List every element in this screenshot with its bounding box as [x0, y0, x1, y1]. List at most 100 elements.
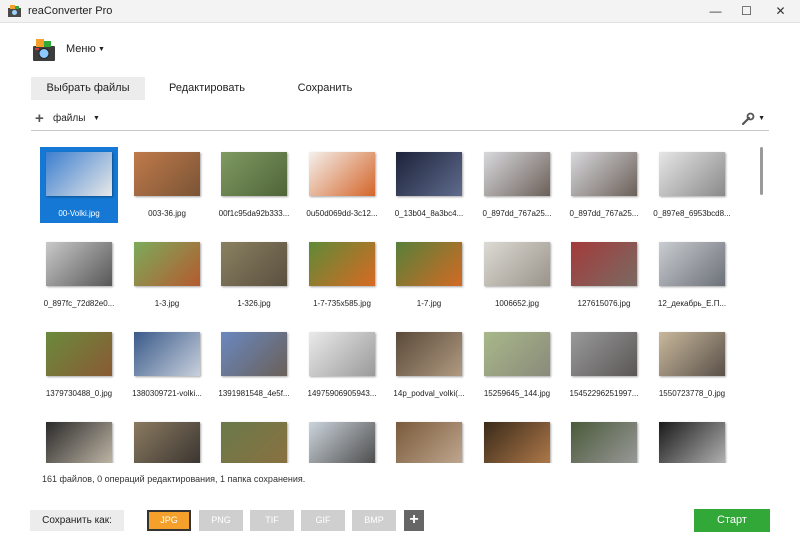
- thumbnail-image: [659, 332, 725, 376]
- file-thumbnail[interactable]: 0u50d069dd-3c12...: [303, 147, 381, 223]
- thumbnail-image: [571, 332, 637, 376]
- file-name: 1-7.jpg: [416, 299, 442, 308]
- status-text: 161 файлов, 0 операций редактирования, 1…: [42, 474, 306, 484]
- add-format-button[interactable]: +: [404, 510, 424, 531]
- file-thumbnail[interactable]: 0_897e8_6953bcd8...: [653, 147, 731, 223]
- file-thumbnail[interactable]: [478, 417, 556, 463]
- file-thumbnail[interactable]: [303, 417, 381, 463]
- file-thumbnail[interactable]: 1391981548_4e5f...: [215, 327, 293, 403]
- thumbnail-image: [484, 422, 550, 463]
- file-thumbnail[interactable]: 1-7.jpg: [390, 237, 468, 313]
- thumbnail-image: [134, 332, 200, 376]
- thumbnail-image: [221, 332, 287, 376]
- thumbnail-image: [396, 242, 462, 286]
- app-logo-icon: [33, 39, 55, 61]
- file-thumbnail[interactable]: 1-326.jpg: [215, 237, 293, 313]
- thumbnail-image: [484, 152, 550, 196]
- tab-save[interactable]: Сохранить: [268, 77, 382, 100]
- file-name: 0_897e8_6953bcd8...: [653, 209, 731, 218]
- file-name: 003-36.jpg: [148, 209, 186, 218]
- title-bar: reaConverter Pro — ☐ ✕: [0, 0, 800, 23]
- add-icon[interactable]: +: [35, 110, 44, 128]
- file-name: 00-Volki.jpg: [58, 209, 100, 218]
- format-png-button[interactable]: PNG: [199, 510, 243, 531]
- format-bmp-button[interactable]: BMP: [352, 510, 396, 531]
- file-thumbnail[interactable]: 1380309721-volki...: [128, 327, 206, 403]
- file-thumbnail[interactable]: 127615076.jpg: [565, 237, 643, 313]
- file-thumbnail[interactable]: 00-Volki.jpg: [40, 147, 118, 223]
- thumbnail-image: [659, 152, 725, 196]
- file-thumbnail[interactable]: [653, 417, 731, 463]
- app-icon: [8, 5, 21, 17]
- tab-select-files[interactable]: Выбрать файлы: [31, 77, 145, 100]
- wrench-icon[interactable]: [741, 112, 755, 126]
- file-thumbnail[interactable]: 00f1c95da92b333...: [215, 147, 293, 223]
- file-thumbnail[interactable]: 003-36.jpg: [128, 147, 206, 223]
- thumbnail-image: [221, 152, 287, 196]
- scrollbar-thumb[interactable]: [760, 147, 763, 195]
- file-thumbnail[interactable]: 1379730488_0.jpg: [40, 327, 118, 403]
- thumbnail-image: [309, 332, 375, 376]
- start-button[interactable]: Старт: [694, 509, 770, 532]
- file-thumbnail[interactable]: [215, 417, 293, 463]
- chevron-down-icon[interactable]: ▼: [93, 115, 100, 122]
- file-name: 1-7-735x585.jpg: [313, 299, 371, 308]
- file-thumbnail[interactable]: [390, 417, 468, 463]
- thumbnail-image: [396, 422, 462, 463]
- thumbnail-image: [396, 332, 462, 376]
- files-dropdown[interactable]: файлы: [53, 113, 85, 124]
- thumbnail-image: [571, 152, 637, 196]
- file-name: 0u50d069dd-3c12...: [306, 209, 378, 218]
- file-thumbnail[interactable]: 15452296251997...: [565, 327, 643, 403]
- thumbnail-image: [46, 422, 112, 463]
- thumbnail-image: [571, 422, 637, 463]
- file-name: 1-326.jpg: [237, 299, 271, 308]
- file-thumbnail[interactable]: 15259645_144.jpg: [478, 327, 556, 403]
- file-name: 1006652.jpg: [494, 299, 540, 308]
- file-name: 127615076.jpg: [577, 299, 631, 308]
- menu-label: Меню: [66, 43, 96, 55]
- file-thumbnail[interactable]: 0_897dd_767a25...: [478, 147, 556, 223]
- file-thumbnail[interactable]: 1550723778_0.jpg: [653, 327, 731, 403]
- file-name: 0_13b04_8a3bc4...: [394, 209, 464, 218]
- thumbnail-image: [659, 422, 725, 463]
- file-thumbnail[interactable]: 14975906905943...: [303, 327, 381, 403]
- thumbnail-image: [134, 152, 200, 196]
- thumbnail-image: [221, 242, 287, 286]
- close-button[interactable]: ✕: [765, 0, 796, 22]
- format-tif-button[interactable]: TIF: [250, 510, 294, 531]
- file-name: 1550723778_0.jpg: [658, 389, 726, 398]
- file-thumbnail[interactable]: 14p_podval_volki(...: [390, 327, 468, 403]
- format-gif-button[interactable]: GIF: [301, 510, 345, 531]
- chevron-down-icon: ▼: [98, 46, 105, 53]
- minimize-button[interactable]: —: [700, 0, 731, 22]
- thumbnail-image: [309, 422, 375, 463]
- file-thumbnail[interactable]: 1-7-735x585.jpg: [303, 237, 381, 313]
- thumbnail-image: [46, 152, 112, 196]
- file-thumbnail[interactable]: 1006652.jpg: [478, 237, 556, 313]
- file-thumbnail[interactable]: [565, 417, 643, 463]
- file-thumbnail[interactable]: [40, 417, 118, 463]
- save-as-label: Сохранить как:: [30, 510, 124, 531]
- file-thumbnail[interactable]: 12_декабрь_Е.П...: [653, 237, 731, 313]
- file-thumbnail[interactable]: 0_13b04_8a3bc4...: [390, 147, 468, 223]
- thumbnail-image: [659, 242, 725, 286]
- file-name: 0_897dd_767a25...: [482, 209, 552, 218]
- thumbnail-image: [134, 242, 200, 286]
- file-name: 15452296251997...: [569, 389, 639, 398]
- tab-edit[interactable]: Редактировать: [150, 77, 264, 100]
- file-thumbnail[interactable]: [128, 417, 206, 463]
- format-jpg-button[interactable]: JPG: [147, 510, 191, 531]
- maximize-button[interactable]: ☐: [731, 0, 762, 22]
- file-grid[interactable]: 00-Volki.jpg 003-36.jpg 00f1c95da92b333...…: [40, 147, 736, 463]
- thumbnail-image: [134, 422, 200, 463]
- file-thumbnail[interactable]: 1-3.jpg: [128, 237, 206, 313]
- file-thumbnail[interactable]: 0_897dd_767a25...: [565, 147, 643, 223]
- file-name: 1379730488_0.jpg: [45, 389, 113, 398]
- file-name: 12_декабрь_Е.П...: [657, 299, 727, 308]
- thumbnail-image: [221, 422, 287, 463]
- file-name: 14975906905943...: [307, 389, 377, 398]
- chevron-down-icon[interactable]: ▼: [758, 115, 765, 122]
- file-thumbnail[interactable]: 0_897fc_72d82e0...: [40, 237, 118, 313]
- scrollbar[interactable]: [759, 147, 765, 463]
